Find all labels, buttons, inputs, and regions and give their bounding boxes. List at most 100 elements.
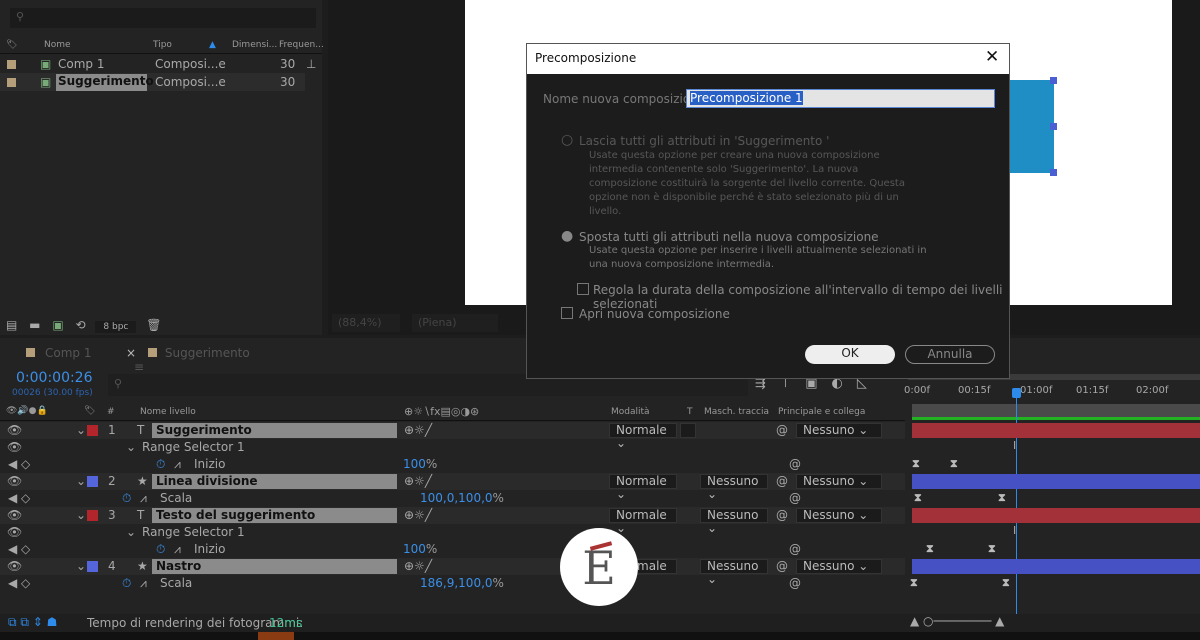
eye-icon[interactable]: 👁: [7, 559, 22, 573]
col-name[interactable]: Nome livello: [140, 407, 196, 417]
layer-switches[interactable]: ⊕☼╱: [404, 508, 432, 522]
parent-dropdown[interactable]: Nessuno ⌄: [796, 474, 882, 489]
project-search-input[interactable]: ⚲: [10, 8, 316, 28]
zoom-slider[interactable]: ▲ ○──────── ▲: [910, 614, 1004, 628]
close-tab-icon[interactable]: ×: [126, 346, 136, 360]
stopwatch-icon[interactable]: ⏱: [122, 576, 131, 591]
stopwatch-icon[interactable]: ⏱: [156, 457, 165, 472]
layer-duration-bar[interactable]: [912, 474, 1200, 489]
blend-mode-dropdown[interactable]: Normale ⌄: [609, 508, 677, 535]
new-folder-icon[interactable]: ▬: [29, 318, 40, 332]
property-group-row[interactable]: 👁 ⌄ Range Selector 1: [0, 524, 905, 541]
track-matte-dropdown[interactable]: Nessuno ⌄: [700, 474, 768, 501]
chevron-down-icon[interactable]: ⌄: [76, 508, 86, 522]
keyframe[interactable]: ⧗: [1002, 576, 1010, 590]
magnification-dropdown[interactable]: (88,4%): [332, 314, 400, 332]
tab-comp-1[interactable]: Comp 1: [26, 346, 91, 360]
close-icon[interactable]: ✕: [985, 47, 999, 67]
keyframe-navigator[interactable]: ◀ ◇: [8, 542, 30, 556]
keyframe[interactable]: ⧗: [910, 576, 918, 590]
parent-dropdown[interactable]: Nessuno ⌄: [796, 559, 882, 574]
transform-handle[interactable]: [1050, 123, 1057, 130]
transform-handle[interactable]: [1050, 169, 1057, 176]
trash-icon[interactable]: 🗑: [146, 318, 161, 332]
eye-icon[interactable]: 👁: [7, 440, 22, 454]
layer-name[interactable]: Nastro: [152, 559, 397, 574]
pickwhip-icon[interactable]: @: [776, 508, 788, 522]
new-composition-icon[interactable]: ▣: [52, 318, 63, 332]
current-time[interactable]: 0:00:00:26: [16, 370, 93, 386]
property-row[interactable]: ◀ ◇ ⏱ ⩘ Scala 186,9,100,0% @: [0, 575, 905, 592]
pickwhip-icon[interactable]: @: [776, 474, 788, 488]
expression-pickwhip-icon[interactable]: @: [789, 491, 801, 505]
column-fps[interactable]: Frequen...: [279, 40, 324, 50]
keyframe-navigator[interactable]: ◀ ◇: [8, 576, 30, 590]
open-composition-checkbox[interactable]: [561, 307, 573, 319]
graph-icon[interactable]: ⩘: [174, 542, 181, 557]
layer-duration-bar[interactable]: [912, 508, 1200, 523]
menu-icon[interactable]: ≡: [134, 360, 144, 374]
layer-name[interactable]: Testo del suggerimento: [152, 508, 397, 523]
layer-row[interactable]: 👁 ⌄ 4 ★ Nastro ⊕☼╱ Normale ⌄ Nessuno ⌄ @…: [0, 558, 905, 586]
keyframe[interactable]: ⧗: [926, 542, 934, 556]
stopwatch-icon[interactable]: ⏱: [156, 542, 165, 557]
radio-move-attributes[interactable]: ●: [561, 228, 573, 244]
blend-mode-dropdown[interactable]: Normale ⌄: [609, 474, 677, 501]
chevron-down-icon[interactable]: ⌄: [76, 559, 86, 573]
pickwhip-icon[interactable]: @: [776, 423, 788, 437]
chevron-down-icon[interactable]: ⌄: [126, 525, 136, 539]
chevron-down-icon[interactable]: ⌄: [76, 474, 86, 488]
ok-button[interactable]: OK: [805, 345, 895, 364]
layer-switches[interactable]: ⊕☼╱: [404, 423, 432, 437]
property-row[interactable]: ◀ ◇ ⏱ ⩘ Scala 100,0,100,0% @: [0, 490, 905, 507]
parent-dropdown[interactable]: Nessuno ⌄: [796, 508, 882, 523]
keyframe[interactable]: ⧗: [998, 491, 1006, 505]
column-name[interactable]: Nome: [44, 40, 71, 50]
keyframe-navigator[interactable]: ◀ ◇: [8, 457, 30, 471]
composition-name-input[interactable]: Precomposizione 1: [686, 89, 995, 108]
expression-pickwhip-icon[interactable]: @: [789, 542, 801, 556]
graph-icon[interactable]: ⩘: [140, 491, 147, 506]
work-area[interactable]: [912, 404, 1200, 417]
transform-handle[interactable]: [1050, 77, 1057, 84]
property-value[interactable]: 100%: [403, 457, 437, 471]
label-color[interactable]: [87, 425, 98, 436]
graph-icon[interactable]: ⩘: [174, 457, 181, 472]
layer-duration-bar[interactable]: [912, 423, 1200, 438]
property-value[interactable]: 100,0,100,0%: [420, 491, 504, 505]
chevron-down-icon[interactable]: ⌄: [76, 423, 86, 437]
selected-shape[interactable]: [1008, 77, 1057, 176]
column-size[interactable]: Dimensi...: [232, 40, 277, 50]
track-matte-dropdown[interactable]: Nessuno ⌄: [700, 559, 768, 586]
expression-pickwhip-icon[interactable]: @: [789, 457, 801, 471]
label-color[interactable]: [87, 476, 98, 487]
column-type[interactable]: Tipo: [153, 40, 172, 50]
keyframe[interactable]: ⧗: [950, 457, 958, 471]
chevron-down-icon[interactable]: ⌄: [126, 440, 136, 454]
keyframe[interactable]: ⧗: [914, 491, 922, 505]
eye-icon[interactable]: 👁: [7, 508, 22, 522]
eye-icon[interactable]: 👁: [7, 525, 22, 539]
track-matte-dropdown[interactable]: Nessuno ⌄: [700, 508, 768, 535]
layer-name[interactable]: Suggerimento: [152, 423, 397, 438]
expression-pickwhip-icon[interactable]: @: [789, 576, 801, 590]
track-matte-toggle[interactable]: [680, 423, 696, 438]
render-settings-icon[interactable]: ⟲: [76, 318, 86, 332]
property-row[interactable]: ◀ ◇ ⏱ ⩘ Inizio 100% @: [0, 456, 905, 473]
radio-leave-attributes[interactable]: ○: [561, 132, 573, 148]
property-value[interactable]: 100%: [403, 542, 437, 556]
resolution-dropdown[interactable]: (Piena): [412, 314, 498, 332]
project-item[interactable]: ▣ Comp 1 Composi...e 30 ⊥: [0, 55, 322, 73]
status-icons[interactable]: ⧉ ⧉ ⇕ ☗: [8, 615, 57, 630]
keyframe[interactable]: ⧗: [988, 542, 996, 556]
adjust-duration-checkbox[interactable]: [577, 283, 589, 295]
layer-row[interactable]: 👁 ⌄ 1 T Suggerimento ⊕☼╱ Normale ⌄ @ Nes…: [0, 422, 905, 450]
graph-icon[interactable]: ⩘: [140, 576, 147, 591]
blend-mode-dropdown[interactable]: Normale ⌄: [609, 423, 677, 450]
bit-depth-button[interactable]: 8 bpc: [95, 321, 137, 333]
parent-dropdown[interactable]: Nessuno ⌄: [796, 423, 882, 438]
layer-duration-bar[interactable]: [912, 559, 1200, 574]
layer-switches[interactable]: ⊕☼╱: [404, 474, 432, 488]
property-group-row[interactable]: 👁 ⌄ Range Selector 1: [0, 439, 905, 456]
layer-row[interactable]: 👁 ⌄ 2 ★ Linea divisione ⊕☼╱ Normale ⌄ Ne…: [0, 473, 905, 501]
